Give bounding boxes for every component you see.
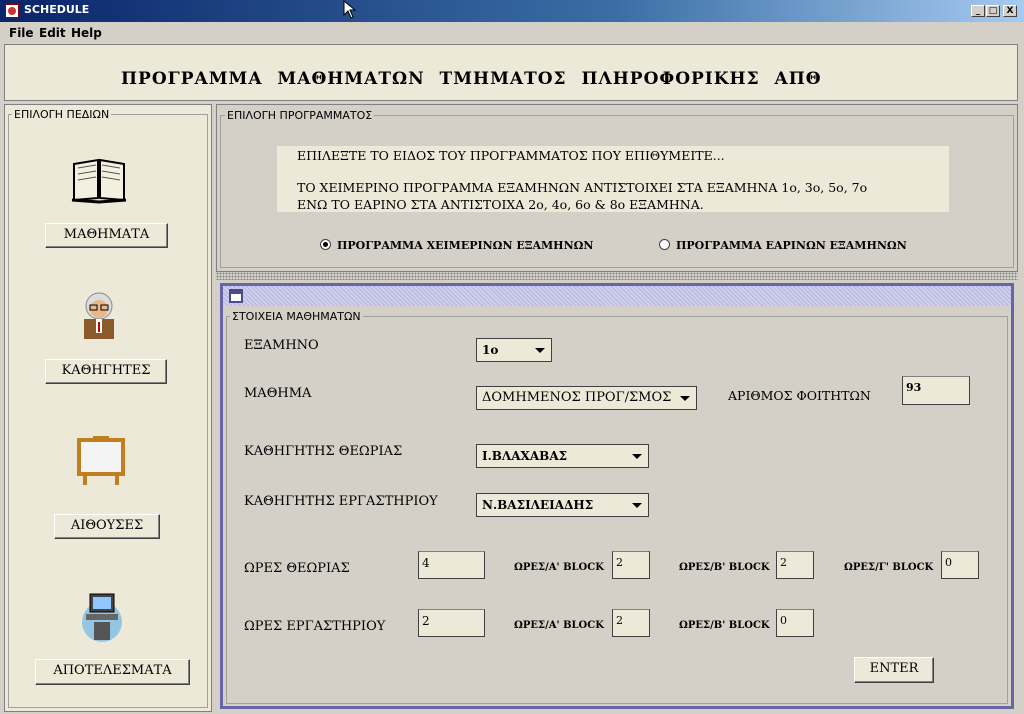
- close-button[interactable]: X: [1003, 5, 1017, 17]
- info-line-3: ΕΝΩ ΤΟ ΕΑΡΙΝΟ ΣΤΑ ΑΝΤΙΣΤΟΙΧΑ 2ο, 4ο, 6ο …: [297, 197, 704, 212]
- lab-hours-label: ΩΡΕΣ ΕΡΓΑΣΤΗΡΙΟΥ: [244, 619, 386, 634]
- frame-icon: [229, 289, 243, 303]
- theory-block-a-field[interactable]: 2: [612, 551, 650, 579]
- mouse-cursor-icon: [343, 0, 357, 19]
- menu-help[interactable]: Help: [71, 26, 102, 40]
- menu-bar: [0, 22, 1024, 44]
- professor-icon: [84, 292, 114, 339]
- maximize-button[interactable]: □: [986, 5, 1000, 17]
- splitter[interactable]: [216, 272, 1018, 280]
- students-label: ΑΡΙΘΜΟΣ ΦΟΙΤΗΤΩΝ: [728, 388, 871, 403]
- theory-prof-label: ΚΑΘΗΓΗΤΗΣ ΘΕΩΡΙΑΣ: [244, 444, 403, 459]
- title-bar: SCHEDULE: [0, 0, 1024, 22]
- page-title: ΠΡΟΓΡΑΜΜΑ ΜΑΘΗΜΑΤΩΝ ΤΜΗΜΑΤΟΣ ΠΛΗΡΟΦΟΡΙΚΗ…: [121, 69, 822, 89]
- lab-prof-value: Ν.ΒΑΣΙΛΕΙΑΔΗΣ: [482, 498, 594, 512]
- theory-block-a-label: ΩΡΕΣ/Α' BLOCK: [514, 562, 604, 573]
- theory-block-b-field[interactable]: 2: [776, 551, 814, 579]
- course-label: ΜΑΘΗΜΑ: [244, 386, 312, 401]
- lab-prof-label: ΚΑΘΗΓΗΤΗΣ ΕΡΓΑΣΤΗΡΙΟΥ: [244, 494, 438, 509]
- chevron-down-icon: [680, 396, 690, 401]
- menu-edit[interactable]: Edit: [39, 26, 66, 40]
- theory-prof-select[interactable]: Ι.ΒΛΑΧΑΒΑΣ: [476, 444, 649, 468]
- internal-frame-titlebar[interactable]: [223, 286, 1011, 306]
- rooms-button[interactable]: ΑΙΘΟΥΣΕΣ: [54, 514, 160, 539]
- chevron-down-icon: [535, 348, 545, 353]
- program-legend: ΕΠΙΛΟΓΗ ΠΡΟΓΡΑΜΜΑΤΟΣ: [225, 109, 375, 122]
- enter-button[interactable]: ENTER: [854, 657, 934, 683]
- theory-block-c-field[interactable]: 0: [941, 551, 979, 579]
- results-button[interactable]: ΑΠΟΤΕΛΕΣΜΑΤΑ: [35, 659, 190, 685]
- sidebar-legend: ΕΠΙΛΟΓΗ ΠΕΔΙΩΝ: [12, 108, 112, 121]
- book-icon: [71, 158, 127, 204]
- lab-block-a-field[interactable]: 2: [612, 609, 650, 637]
- menu-file[interactable]: File: [9, 26, 34, 40]
- lab-block-b-field[interactable]: 0: [776, 609, 814, 637]
- computer-icon: [82, 593, 122, 642]
- winter-radio-label[interactable]: ΠΡΟΓΡΑΜΜΑ ΧΕΙΜΕΡΙΝΩΝ ΕΞΑΜΗΝΩΝ: [337, 239, 593, 252]
- winter-radio[interactable]: [320, 239, 331, 250]
- semester-select[interactable]: 1ο: [476, 338, 552, 362]
- course-legend: ΣΤΟΙΧΕΙΑ ΜΑΘΗΜΑΤΩΝ: [230, 310, 363, 323]
- students-field[interactable]: 93: [902, 376, 970, 405]
- header-panel: ΠΡΟΓΡΑΜΜΑ ΜΑΘΗΜΑΤΩΝ ΤΜΗΜΑΤΟΣ ΠΛΗΡΟΦΟΡΙΚΗ…: [4, 44, 1018, 101]
- app-icon: [5, 4, 19, 18]
- course-value: ΔΟΜΗΜΕΝΟΣ ΠΡΟΓ/ΣΜΟΣ: [482, 390, 672, 405]
- theory-hours-field[interactable]: 4: [418, 551, 485, 579]
- theory-prof-value: Ι.ΒΛΑΧΑΒΑΣ: [482, 449, 568, 463]
- semester-label: ΕΞΑΜΗΝΟ: [244, 338, 319, 353]
- professors-button[interactable]: ΚΑΘΗΓΗΤΕΣ: [45, 359, 167, 384]
- classroom-board-icon: [77, 436, 125, 485]
- semester-value: 1ο: [482, 343, 499, 357]
- theory-hours-label: ΩΡΕΣ ΘΕΩΡΙΑΣ: [244, 561, 350, 576]
- lab-block-a-label: ΩΡΕΣ/Α' BLOCK: [514, 620, 604, 631]
- minimize-button[interactable]: _: [971, 5, 985, 17]
- window-title: SCHEDULE: [24, 3, 90, 16]
- theory-block-c-label: ΩΡΕΣ/Γ' BLOCK: [844, 562, 934, 573]
- lab-block-b-label: ΩΡΕΣ/Β' BLOCK: [679, 620, 770, 631]
- info-line-1: ΕΠΙΛΕΞΤΕ ΤΟ ΕΙΔΟΣ ΤΟΥ ΠΡΟΓΡΑΜΜΑΤΟΣ ΠΟΥ Ε…: [297, 148, 725, 163]
- theory-block-b-label: ΩΡΕΣ/Β' BLOCK: [679, 562, 770, 573]
- chevron-down-icon: [632, 454, 642, 459]
- courses-button[interactable]: ΜΑΘΗΜΑΤΑ: [45, 223, 168, 248]
- lab-hours-field[interactable]: 2: [418, 609, 485, 637]
- info-line-2: ΤΟ ΧΕΙΜΕΡΙΝΟ ΠΡΟΓΡΑΜΜΑ ΕΞΑΜΗΝΩΝ ΑΝΤΙΣΤΟΙ…: [297, 180, 868, 195]
- spring-radio[interactable]: [659, 239, 670, 250]
- lab-prof-select[interactable]: Ν.ΒΑΣΙΛΕΙΑΔΗΣ: [476, 493, 649, 517]
- course-select[interactable]: ΔΟΜΗΜΕΝΟΣ ΠΡΟΓ/ΣΜΟΣ: [476, 386, 697, 410]
- spring-radio-label[interactable]: ΠΡΟΓΡΑΜΜΑ ΕΑΡΙΝΩΝ ΕΞΑΜΗΝΩΝ: [676, 239, 907, 252]
- chevron-down-icon: [632, 503, 642, 508]
